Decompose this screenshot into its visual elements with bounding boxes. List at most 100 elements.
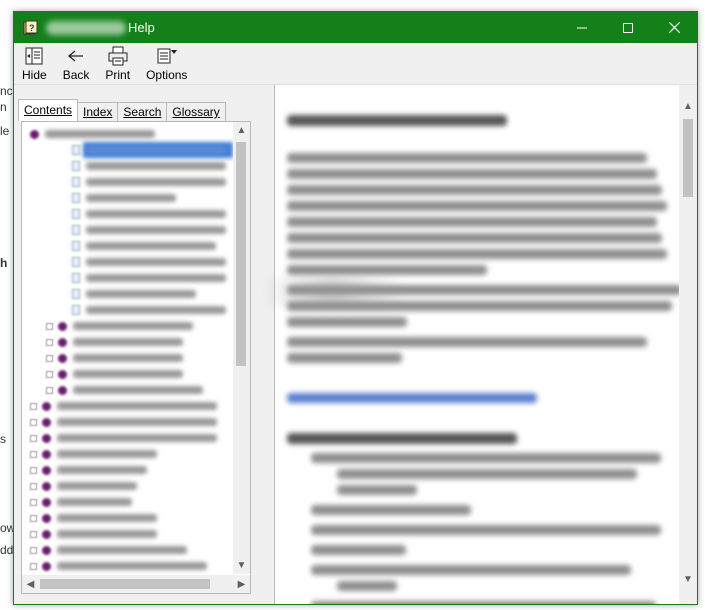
tab-glossary[interactable]: Glossary [166, 102, 226, 121]
tree-item[interactable] [72, 142, 226, 158]
bullet-line [337, 469, 637, 479]
tree-item[interactable] [72, 222, 226, 238]
help-window: ? Help Hide Back Print Options Contents … [13, 11, 698, 605]
topic-scroll-thumb[interactable] [683, 119, 693, 197]
back-arrow-icon [66, 45, 86, 67]
paragraph-line [287, 185, 662, 195]
tree-item[interactable] [72, 174, 226, 190]
tab-index[interactable]: Index [77, 102, 119, 121]
tree-item[interactable] [72, 238, 216, 254]
tab-contents-label: Contents [24, 103, 73, 117]
window-controls [559, 12, 697, 43]
window-title-blurred [46, 20, 126, 35]
topic-vertical-scrollbar[interactable]: ▲ ▼ [679, 85, 697, 604]
contents-tree[interactable]: ▲ ▼ ◀ ▶ [21, 121, 251, 594]
bullet-line [311, 453, 661, 463]
paragraph-line [287, 317, 407, 327]
paragraph-line [287, 169, 657, 179]
topic-content [275, 85, 679, 604]
scroll-up-icon[interactable]: ▲ [679, 97, 697, 115]
scroll-down-icon[interactable]: ▼ [679, 570, 697, 588]
bullet-line [311, 545, 406, 555]
bullet-line [311, 505, 471, 515]
tree-item[interactable] [72, 270, 226, 286]
options-icon [156, 45, 178, 67]
bullet-line [311, 525, 661, 535]
bullet-line [337, 581, 397, 591]
tab-index-label: Index [83, 105, 113, 119]
paragraph-line [287, 353, 402, 363]
back-button[interactable]: Back [61, 45, 92, 82]
topic-pane: ▲ ▼ [274, 85, 697, 604]
hide-pane-icon [24, 45, 44, 67]
print-button[interactable]: Print [103, 45, 132, 82]
tab-search-label: Search [123, 105, 162, 119]
tree-item[interactable] [30, 494, 132, 510]
paragraph-line [287, 337, 647, 347]
tree-item[interactable] [30, 510, 157, 526]
window-title: Help [128, 20, 155, 35]
paragraph-line [287, 201, 667, 211]
print-label: Print [105, 68, 131, 82]
scroll-right-icon[interactable]: ▶ [233, 575, 250, 593]
tree-scroll-thumb[interactable] [236, 142, 246, 366]
back-label: Back [62, 68, 90, 82]
toolbar: Hide Back Print Options [14, 43, 697, 85]
features-heading [287, 433, 517, 444]
hide-label: Hide [22, 68, 47, 82]
tree-item[interactable] [30, 526, 157, 542]
maximize-icon[interactable] [605, 12, 651, 43]
title-bar[interactable]: ? Help [14, 12, 697, 43]
tree-horizontal-scrollbar[interactable]: ◀ ▶ [22, 575, 250, 593]
tab-contents[interactable]: Contents [18, 99, 79, 121]
tree-vertical-scrollbar[interactable]: ▲ ▼ [233, 122, 250, 574]
pane-splitter[interactable] [260, 85, 274, 604]
scroll-left-icon[interactable]: ◀ [22, 575, 39, 593]
new-features-link[interactable] [287, 393, 537, 403]
minimize-icon[interactable] [559, 12, 605, 43]
options-label: Options [146, 68, 188, 82]
tree-item[interactable] [72, 302, 226, 318]
tree-item[interactable] [30, 446, 157, 462]
bullet-line [311, 601, 656, 604]
paragraph-line [287, 265, 487, 275]
navigation-pane: Contents Index Search Glossary ▲ ▼ ◀ ▶ [14, 85, 260, 604]
tree-item[interactable] [46, 382, 203, 398]
bullet-line [337, 485, 417, 495]
tooltip-smear [262, 277, 402, 307]
tree-item[interactable] [72, 254, 226, 270]
tree-item[interactable] [30, 558, 207, 574]
tree-item[interactable] [30, 430, 217, 446]
help-body: Contents Index Search Glossary ▲ ▼ ◀ ▶ ▲… [14, 85, 697, 604]
tree-item[interactable] [30, 126, 155, 142]
paragraph-line [287, 249, 667, 259]
tree-item[interactable] [72, 286, 196, 302]
tree-item[interactable] [30, 478, 137, 494]
options-button[interactable]: Options [144, 45, 189, 82]
scroll-up-icon[interactable]: ▲ [233, 122, 250, 139]
scroll-down-icon[interactable]: ▼ [233, 557, 250, 574]
tree-item[interactable] [46, 350, 183, 366]
tree-item[interactable] [46, 334, 183, 350]
tab-search[interactable]: Search [117, 102, 168, 121]
tree-item[interactable] [30, 398, 217, 414]
tree-item[interactable] [30, 414, 217, 430]
close-icon[interactable] [651, 12, 697, 43]
tree-item[interactable] [30, 462, 147, 478]
tree-item[interactable] [46, 366, 183, 382]
tree-hscroll-thumb[interactable] [40, 579, 210, 589]
paragraph-line [287, 233, 662, 243]
tree-item[interactable] [46, 318, 193, 334]
help-book-icon: ? [22, 19, 40, 37]
hide-button[interactable]: Hide [20, 45, 49, 82]
printer-icon [107, 45, 129, 67]
tab-glossary-label: Glossary [172, 105, 220, 119]
svg-text:?: ? [29, 23, 35, 33]
tree-item[interactable] [72, 158, 226, 174]
tree-item[interactable] [72, 206, 226, 222]
nav-tabs: Contents Index Search Glossary [18, 99, 226, 121]
tree-items [22, 122, 233, 574]
tree-item[interactable] [72, 190, 176, 206]
topic-heading [287, 115, 507, 126]
tree-item[interactable] [30, 542, 187, 558]
